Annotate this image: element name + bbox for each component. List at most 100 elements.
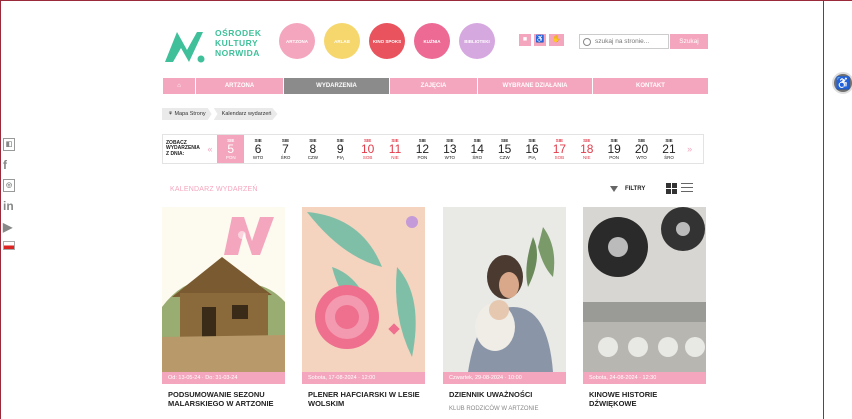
date-day[interactable]: SIE 16 PIĄ <box>518 135 545 163</box>
nav-kontakt[interactable]: KONTAKT <box>593 78 708 94</box>
grid-view-icon[interactable] <box>666 183 677 194</box>
list-view-icon[interactable] <box>681 183 693 194</box>
circle-artzona[interactable]: ARTZONA <box>279 23 315 59</box>
date-day[interactable]: SIE 17 SOB <box>546 135 573 163</box>
date-number: 12 <box>415 142 430 156</box>
logo-line-3: NORWIDA <box>215 48 260 58</box>
date-weekday: WTO <box>636 155 647 160</box>
contrast-icon[interactable]: ◧ <box>3 138 15 151</box>
date-day[interactable]: SIE 14 ŚRO <box>464 135 491 163</box>
event-date: Sobota, 24-08-2024 · 12:30 <box>583 372 706 384</box>
nav-home[interactable]: ⌂ <box>163 78 196 94</box>
date-weekday: CZW <box>499 155 510 160</box>
event-title[interactable]: PLENER HAFCIARSKI W LESIE WOLSKIM <box>308 390 420 408</box>
search-icon <box>583 37 591 46</box>
language-flag-icon[interactable] <box>3 241 15 250</box>
search-input[interactable]: szukaj na stronie... <box>579 34 669 49</box>
accessibility-icon[interactable]: ♿ <box>832 72 852 94</box>
event-card[interactable]: Sobota, 17-08-2024 · 12:00 PLENER HAFCIA… <box>302 207 425 419</box>
date-number: 11 <box>388 142 402 156</box>
date-number: 7 <box>282 142 289 156</box>
date-number: 10 <box>360 142 375 156</box>
instagram-icon[interactable]: ◎ <box>3 179 15 192</box>
page-frame-left <box>0 1 1 419</box>
event-title[interactable]: KINOWE HISTORIE DŹWIĘKOWE <box>589 390 701 408</box>
date-number: 5 <box>227 142 235 156</box>
date-weekday: NIE <box>391 155 399 160</box>
section-title: KALENDARZ WYDARZEŃ <box>170 186 258 193</box>
date-weekday: ŚRO <box>472 155 483 160</box>
date-day[interactable]: SIE 5 PON <box>217 135 245 163</box>
date-strip: ZOBACZ WYDARZENIA Z DNIA: « SIE 5 PON SIE 6 W… <box>162 134 704 164</box>
date-weekday: NIE <box>583 155 591 160</box>
search-button[interactable]: Szukaj <box>670 34 708 49</box>
linkedin-icon[interactable]: in <box>3 199 15 213</box>
date-weekday: CZW <box>307 155 318 160</box>
contrast-toggle-icon[interactable]: ■ <box>519 34 531 46</box>
logo-line-2: KULTURY <box>215 38 259 48</box>
breadcrumb-home[interactable]: ⚘ Mapa Strony <box>162 108 212 120</box>
event-card[interactable]: Sobota, 24-08-2024 · 12:30 KINOWE HISTOR… <box>583 207 706 419</box>
logo-line-1: OŚRODEK <box>215 28 262 38</box>
social-sidebar: ◧ f ◎ in ▶ <box>3 138 17 257</box>
date-day[interactable]: SIE 19 PON <box>600 135 627 163</box>
date-weekday: PON <box>225 155 236 160</box>
date-number: 17 <box>552 142 567 156</box>
date-day[interactable]: SIE 7 ŚRO <box>272 135 299 163</box>
circle-arlab[interactable]: ARLAB <box>324 23 360 59</box>
event-date: Sobota, 17-08-2024 · 12:00 <box>302 372 425 384</box>
date-number: 16 <box>525 142 539 156</box>
nav-wydarzenia[interactable]: WYDARZENIA <box>284 78 390 94</box>
event-card[interactable]: Od: 13-05-24 · Do: 31-03-24 PODSUMOWANIE… <box>162 207 285 419</box>
date-weekday: PON <box>609 155 620 160</box>
accessibility-tools: ■ ♿ ✋ <box>519 34 564 46</box>
brand-circles: ARTZONA ARLAB KINO SPOKS KUŹNIA BIBLIOTE… <box>279 23 495 59</box>
page-frame-right <box>823 1 824 419</box>
main-nav: ⌂ ARTZONA WYDARZENIA ZAJĘCIA WYBRANE DZI… <box>163 78 708 94</box>
event-image-floral[interactable] <box>302 207 425 372</box>
filter-button[interactable]: FILTRY <box>610 186 645 192</box>
event-subtitle: KLUB RODZICÓW W ARTZONIE <box>449 406 539 412</box>
date-weekday: SOB <box>362 155 373 160</box>
date-day[interactable]: SIE 20 WTO <box>628 135 655 163</box>
filter-icon <box>610 186 618 192</box>
date-day[interactable]: SIE 13 WTO <box>436 135 463 163</box>
nav-artzona[interactable]: ARTZONA <box>196 78 284 94</box>
logo-text[interactable]: OŚRODEK KULTURY NORWIDA <box>215 28 261 58</box>
date-day[interactable]: SIE 11 NIE <box>381 135 408 163</box>
circle-kuznia[interactable]: KUŹNIA <box>414 23 450 59</box>
event-image-mother-child[interactable] <box>443 207 566 372</box>
view-switcher <box>666 183 693 194</box>
date-day[interactable]: SIE 18 NIE <box>573 135 600 163</box>
prev-dates-icon[interactable]: « <box>203 144 217 154</box>
wheelchair-icon[interactable]: ♿ <box>534 34 546 46</box>
event-card[interactable]: Czwartek, 29-08-2024 · 10:00 DZIENNIK UW… <box>443 207 566 419</box>
event-image-painting[interactable] <box>162 207 285 372</box>
date-day[interactable]: SIE 12 PON <box>409 135 436 163</box>
nav-wybrane-dzialania[interactable]: WYBRANE DZIAŁANIA <box>478 78 593 94</box>
date-day[interactable]: SIE 9 PIĄ <box>327 135 354 163</box>
next-dates-icon[interactable]: » <box>683 144 697 154</box>
date-weekday: WTO <box>252 155 264 160</box>
logo-icon[interactable] <box>163 28 205 64</box>
circle-kino-spoks[interactable]: KINO SPOKS <box>369 23 405 59</box>
breadcrumb-home-label: Mapa Strony <box>174 111 206 117</box>
facebook-icon[interactable]: f <box>3 158 15 172</box>
date-number: 6 <box>254 142 262 156</box>
event-image-tape-recorder[interactable] <box>583 207 706 372</box>
event-title[interactable]: DZIENNIK UWAŻNOŚCI <box>449 390 561 399</box>
date-weekday: PIĄ <box>336 155 344 160</box>
youtube-icon[interactable]: ▶ <box>3 220 15 234</box>
date-number: 20 <box>634 142 649 156</box>
date-weekday: PON <box>417 155 428 160</box>
date-day[interactable]: SIE 6 WTO <box>244 135 271 163</box>
date-number: 14 <box>470 142 484 156</box>
date-day[interactable]: SIE 21 ŚRO <box>655 135 682 163</box>
date-day[interactable]: SIE 8 CZW <box>299 135 326 163</box>
nav-zajecia[interactable]: ZAJĘCIA <box>390 78 478 94</box>
date-day[interactable]: SIE 10 SOB <box>354 135 381 163</box>
date-day[interactable]: SIE 15 CZW <box>491 135 518 163</box>
sign-language-icon[interactable]: ✋ <box>549 34 564 46</box>
event-title[interactable]: PODSUMOWANIE SEZONU MALARSKIEGO W ARTZON… <box>168 390 280 408</box>
circle-biblioteki[interactable]: BIBLIOTEKI <box>459 23 495 59</box>
